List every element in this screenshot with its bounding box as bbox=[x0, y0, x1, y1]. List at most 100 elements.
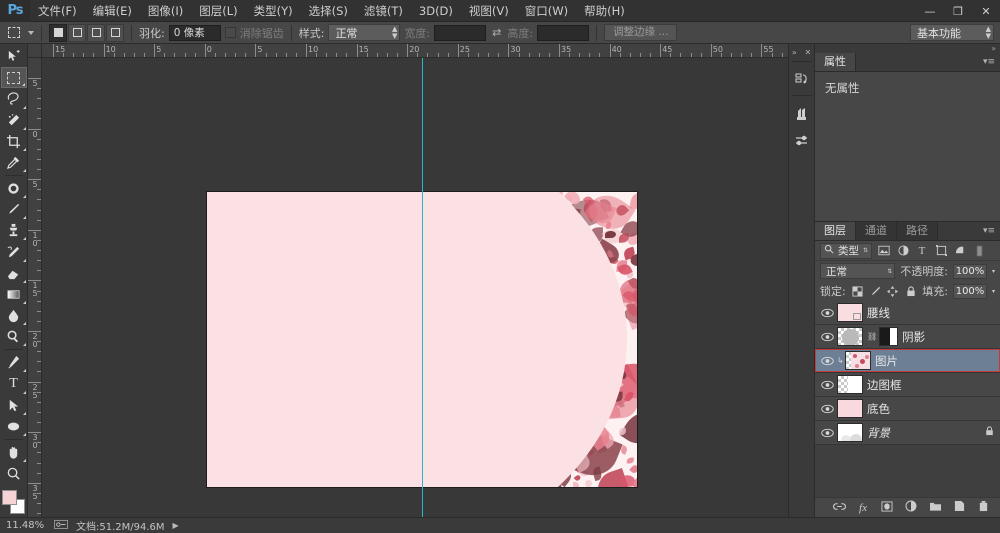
swap-dimensions-icon[interactable]: ⇄ bbox=[490, 26, 503, 39]
antialias-checkbox[interactable] bbox=[224, 27, 236, 38]
type-tool[interactable]: T bbox=[1, 373, 27, 394]
layer-visibility-icon[interactable] bbox=[817, 428, 837, 438]
layer-row[interactable]: 边图框 bbox=[815, 373, 1000, 397]
canvas-scroll-area[interactable] bbox=[42, 58, 788, 517]
ellipse-shape-tool[interactable] bbox=[1, 416, 27, 437]
pixel-filter-icon[interactable] bbox=[877, 244, 891, 258]
delete-layer-button[interactable] bbox=[976, 500, 990, 515]
clone-stamp-tool[interactable] bbox=[1, 220, 27, 241]
layer-row[interactable]: ↳ 图片 bbox=[815, 349, 1000, 373]
hand-tool[interactable] bbox=[1, 442, 27, 463]
layer-mask-thumbnail[interactable] bbox=[879, 327, 899, 346]
status-expand-icon[interactable]: ▶ bbox=[173, 521, 179, 530]
eyedropper-tool[interactable] bbox=[1, 152, 27, 173]
vertical-guide[interactable] bbox=[422, 58, 423, 517]
gradient-tool[interactable] bbox=[1, 284, 27, 305]
layer-row[interactable]: ⛓ 阴影 bbox=[815, 325, 1000, 349]
spot-healing-brush-tool[interactable] bbox=[1, 178, 27, 199]
add-selection-button[interactable] bbox=[68, 23, 86, 42]
layer-visibility-icon[interactable] bbox=[817, 356, 837, 366]
blend-mode-select[interactable]: 正常 ⇅ bbox=[820, 263, 896, 279]
horizontal-ruler[interactable]: 15 10 5 0 5 10 15 20 25 30 35 40 45 50 55 bbox=[42, 44, 788, 58]
menu-view[interactable]: 视图(V) bbox=[461, 0, 517, 22]
foreground-color-swatch[interactable] bbox=[1, 490, 17, 506]
pen-tool[interactable] bbox=[1, 352, 27, 373]
panel-grip[interactable]: » bbox=[815, 44, 1000, 53]
close-icon[interactable]: ✕ bbox=[804, 48, 811, 57]
layer-visibility-icon[interactable] bbox=[817, 380, 837, 390]
maximize-button[interactable]: ❐ bbox=[944, 0, 972, 22]
menu-image[interactable]: 图像(I) bbox=[140, 0, 191, 22]
layer-row[interactable]: 背景 bbox=[815, 421, 1000, 445]
menu-layer[interactable]: 图层(L) bbox=[191, 0, 245, 22]
layer-filter-type-select[interactable]: 类型 ⇅ bbox=[820, 242, 873, 259]
tool-preset-chevron-icon[interactable] bbox=[28, 30, 34, 35]
layer-thumbnail[interactable] bbox=[845, 351, 871, 370]
eraser-tool[interactable] bbox=[1, 263, 27, 284]
opacity-input[interactable]: 100% bbox=[952, 263, 987, 279]
lasso-tool[interactable] bbox=[1, 88, 27, 109]
link-layers-button[interactable] bbox=[832, 501, 846, 515]
chevron-down-icon[interactable]: ▾ bbox=[992, 288, 995, 295]
panel-menu-icon[interactable]: ▾≡ bbox=[983, 57, 995, 67]
intersect-selection-button[interactable] bbox=[106, 23, 124, 42]
zoom-level[interactable]: 11.48% bbox=[6, 520, 46, 531]
history-panel-icon[interactable] bbox=[791, 68, 813, 92]
menu-3d[interactable]: 3D(D) bbox=[411, 0, 461, 22]
brush-tool[interactable] bbox=[1, 199, 27, 220]
move-tool[interactable] bbox=[1, 46, 27, 67]
tab-properties[interactable]: 属性 bbox=[815, 53, 856, 71]
menu-filter[interactable]: 滤镜(T) bbox=[356, 0, 411, 22]
layer-list[interactable]: 腰线 ⛓ 阴影 ↳ 图片 边图框 底色 背景 bbox=[815, 301, 1000, 497]
color-swatches[interactable] bbox=[1, 490, 27, 517]
collapse-panels-icon[interactable]: » bbox=[991, 44, 996, 53]
zoom-tool[interactable] bbox=[1, 463, 27, 484]
shape-filter-icon[interactable] bbox=[934, 244, 948, 258]
chevron-down-icon[interactable]: ▾ bbox=[992, 268, 995, 275]
dodge-tool[interactable] bbox=[1, 326, 27, 347]
layer-style-button[interactable]: fx bbox=[856, 502, 870, 514]
refine-edge-button[interactable]: 调整边缘 ... bbox=[604, 24, 678, 41]
panel-menu-icon[interactable]: ▾≡ bbox=[983, 226, 995, 236]
tab-layers[interactable]: 图层 bbox=[815, 222, 856, 240]
layer-thumbnail[interactable] bbox=[837, 327, 863, 346]
crop-tool[interactable] bbox=[1, 131, 27, 152]
tab-channels[interactable]: 通道 bbox=[856, 222, 897, 240]
style-select[interactable]: 正常 ▲ ▼ bbox=[328, 24, 401, 41]
layer-row[interactable]: 腰线 bbox=[815, 301, 1000, 325]
path-selection-tool[interactable] bbox=[1, 395, 27, 416]
ruler-corner[interactable] bbox=[28, 44, 42, 58]
blur-tool[interactable] bbox=[1, 305, 27, 326]
mask-link-icon[interactable]: ⛓ bbox=[867, 332, 877, 341]
layer-thumbnail[interactable] bbox=[837, 375, 863, 394]
menu-select[interactable]: 选择(S) bbox=[301, 0, 356, 22]
menu-type[interactable]: 类型(Y) bbox=[246, 0, 301, 22]
layer-thumbnail[interactable] bbox=[837, 399, 863, 418]
lock-image-icon[interactable] bbox=[869, 284, 882, 298]
lock-all-icon[interactable] bbox=[904, 284, 917, 298]
vertical-ruler[interactable]: 5 0 5 10 15 20 25 30 35 bbox=[28, 58, 42, 517]
smartobject-filter-icon[interactable] bbox=[953, 244, 967, 258]
quick-selection-tool[interactable] bbox=[1, 110, 27, 131]
width-input[interactable] bbox=[434, 24, 487, 41]
lock-position-icon[interactable] bbox=[887, 284, 900, 298]
layer-thumbnail[interactable] bbox=[837, 423, 863, 442]
adjustment-filter-icon[interactable] bbox=[896, 244, 910, 258]
subtract-selection-button[interactable] bbox=[87, 23, 105, 42]
layer-visibility-icon[interactable] bbox=[817, 404, 837, 414]
menu-window[interactable]: 窗口(W) bbox=[517, 0, 576, 22]
layer-thumbnail[interactable] bbox=[837, 303, 863, 322]
add-mask-button[interactable] bbox=[880, 500, 894, 515]
layer-row[interactable]: 底色 bbox=[815, 397, 1000, 421]
layer-visibility-icon[interactable] bbox=[817, 332, 837, 342]
height-input[interactable] bbox=[537, 24, 590, 41]
new-group-button[interactable] bbox=[928, 501, 942, 515]
expand-panels-icon[interactable]: » bbox=[792, 48, 797, 57]
new-selection-button[interactable] bbox=[49, 23, 67, 42]
workspace-select[interactable]: 基本功能 ▲ ▼ bbox=[910, 24, 994, 41]
rectangular-marquee-tool[interactable] bbox=[0, 67, 27, 89]
close-button[interactable]: ✕ bbox=[972, 0, 1000, 22]
adjustments-panel-icon[interactable] bbox=[791, 129, 813, 153]
tab-paths[interactable]: 路径 bbox=[897, 222, 938, 240]
minimize-button[interactable]: — bbox=[916, 0, 944, 22]
